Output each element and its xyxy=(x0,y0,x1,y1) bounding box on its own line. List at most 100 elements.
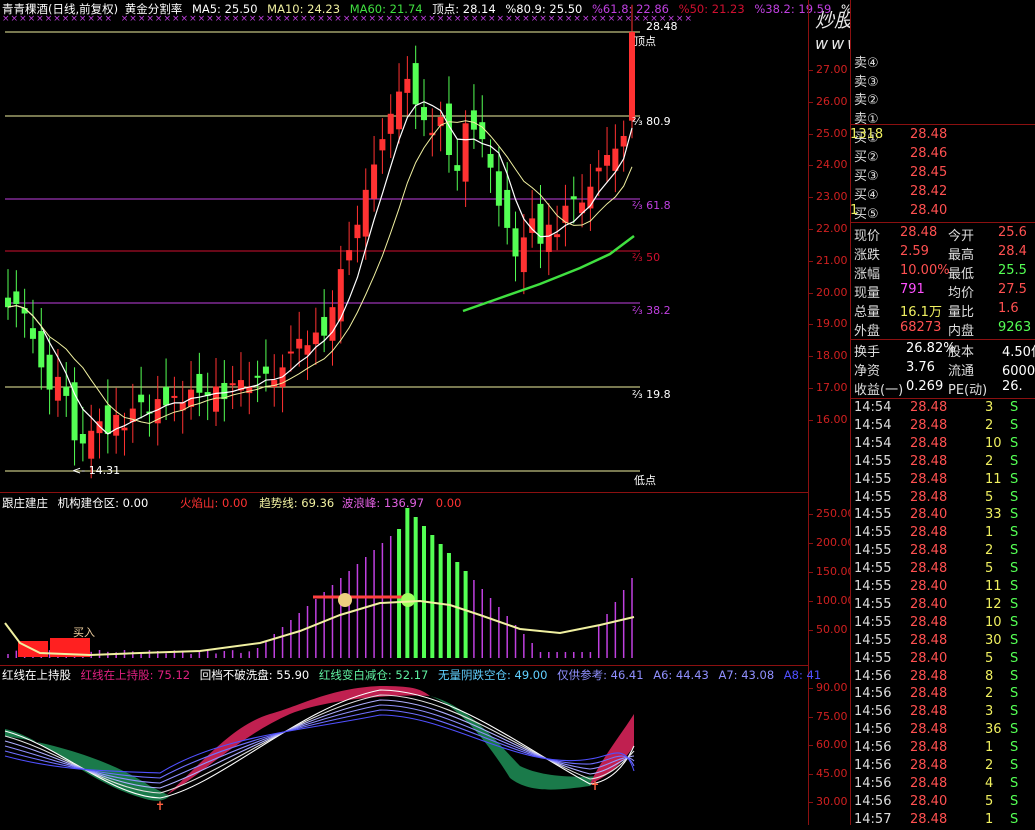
buy-row: 买④ 28.42 xyxy=(850,184,1035,203)
tick-price: 28.48 xyxy=(910,417,948,433)
candle-body xyxy=(296,338,303,349)
tick-row: 14:56 28.40 5 S xyxy=(850,794,1035,812)
tick-side: S xyxy=(1010,758,1019,773)
tick-row: 14:56 28.48 2 S xyxy=(850,758,1035,776)
tick-side: S xyxy=(1010,489,1019,505)
quote-value: 16.1万 xyxy=(900,305,942,320)
y-tick-label: 250.00 xyxy=(816,507,855,520)
l4-value: 无量阴跌空仓: 49.00 xyxy=(437,668,548,682)
quote-key: 涨幅 xyxy=(854,267,881,282)
tick-side: S xyxy=(1010,811,1019,827)
ribbon-fill xyxy=(5,696,600,801)
quote-row: 涨跌 2.59 最高 28.4 xyxy=(850,244,1035,263)
y-tick-label: 75.00 xyxy=(816,709,848,723)
y-tick-label: 200.00 xyxy=(816,536,855,549)
tick-volume: 5 xyxy=(985,793,994,809)
candle-body xyxy=(196,373,203,393)
tick-time: 14:55 xyxy=(854,525,892,541)
tick-side: S xyxy=(1010,561,1019,577)
y-tick-label: 27.00 xyxy=(816,63,848,76)
candle-body xyxy=(595,167,602,172)
tick-time: 14:56 xyxy=(854,686,892,702)
panel3-name[interactable]: 红线在上持股 xyxy=(2,668,71,682)
tick-side: S xyxy=(1010,417,1019,433)
quote-value: 3.76 xyxy=(906,360,935,375)
tick-row: 14:55 28.48 10 S xyxy=(850,615,1035,633)
y-tick-mark xyxy=(808,514,813,515)
tick-time: 14:56 xyxy=(854,704,892,720)
candle-body xyxy=(354,224,361,239)
panel2-name[interactable]: 跟庄建庄 xyxy=(2,496,48,510)
y-tick-mark xyxy=(808,197,813,199)
tick-side: S xyxy=(1010,775,1019,791)
buy-row: 买① 28.48 1318 xyxy=(850,127,1035,146)
candle-body xyxy=(79,434,86,444)
tick-side: S xyxy=(1010,686,1019,702)
tick-side: S xyxy=(1010,596,1019,612)
candle-body xyxy=(604,154,611,166)
y-tick-label: 26.00 xyxy=(816,94,848,108)
tick-time: 14:55 xyxy=(854,507,892,523)
fib-50-mark: ⅔ xyxy=(632,251,647,264)
candle-body xyxy=(13,291,20,304)
tick-time: 14:56 xyxy=(854,740,892,756)
y-tick-label: 45.00 xyxy=(816,766,848,780)
quote-value2: 6000万 xyxy=(1002,364,1035,379)
y-tick-label: 17.00 xyxy=(816,381,848,394)
tick-side: S xyxy=(1010,740,1019,756)
candle-body xyxy=(362,189,369,237)
y-tick-mark xyxy=(808,572,813,573)
tick-price: 28.40 xyxy=(910,507,948,523)
tick-side: S xyxy=(1010,614,1019,630)
trend-line xyxy=(4,599,635,657)
tick-side: S xyxy=(1010,650,1019,666)
y-tick-label: 100.00 xyxy=(816,594,855,607)
tick-side: S xyxy=(1010,543,1019,559)
jgjc-value: 机构建仓区: 0.00 xyxy=(57,496,149,510)
tick-row: 14:54 28.48 2 S xyxy=(850,418,1035,436)
tick-row: 14:56 28.48 4 S xyxy=(850,776,1035,794)
tick-row: 14:55 28.48 5 S xyxy=(850,490,1035,508)
quote-value2: 27.5 xyxy=(998,282,1027,297)
quote-value: 791 xyxy=(900,282,925,297)
indicator-panel-3[interactable]: ✝ ✝ 红线在上持股 红线在上持股: 75.12 回档不破洗盘: 55.90 红… xyxy=(0,666,848,825)
buy-price: 28.42 xyxy=(910,184,948,199)
y-tick-label: 24.00 xyxy=(816,158,848,172)
y-tick-label: 18.00 xyxy=(816,349,848,363)
fib-382-label: 38.2 xyxy=(646,304,671,317)
candle-body xyxy=(54,376,61,401)
tick-price: 28.48 xyxy=(910,686,948,702)
tick-volume: 10 xyxy=(985,614,1002,630)
candle-body xyxy=(570,196,577,200)
main-chart[interactable]: 青青稞酒(日线,前复权) 黄金分割率 MA5: 25.50 MA10: 24.2… xyxy=(0,0,991,825)
candle-body xyxy=(5,297,11,308)
quote-key: 外盘 xyxy=(854,324,881,339)
panel2-chart xyxy=(4,508,635,658)
tick-row: 14:55 28.40 5 S xyxy=(850,651,1035,669)
tick-time: 14:55 xyxy=(854,471,892,487)
tick-time: 14:55 xyxy=(854,489,892,505)
buy-row: 买② 28.46 xyxy=(850,146,1035,165)
tick-volume: 11 xyxy=(985,471,1002,487)
quote-divider-2 xyxy=(850,339,1035,340)
tick-volume: 4 xyxy=(985,775,994,791)
y-tick-label: 21.00 xyxy=(816,253,848,267)
tick-volume: 11 xyxy=(985,579,1002,594)
low-point-tag: 低点 xyxy=(634,474,656,487)
tick-volume: 5 xyxy=(985,561,994,577)
tick-volume: 1 xyxy=(985,525,994,541)
fib-618-label: 61.8 xyxy=(646,199,671,212)
tick-row: 14:56 28.48 1 S xyxy=(850,740,1035,758)
indicator-panel-2[interactable]: 跟庄建庄 机构建仓区: 0.00 火焰山: 0.00 趋势线: 69.36 波浪… xyxy=(0,493,855,665)
candle-body xyxy=(487,153,494,168)
quote-row: 换手26.82%股本4.50亿 xyxy=(850,341,1035,360)
buy-price: 28.45 xyxy=(910,165,948,180)
quote-value2: 25.6 xyxy=(998,225,1027,240)
cross-marker-2: ✝ xyxy=(590,779,600,793)
high-price-label: 28.48 xyxy=(646,20,678,33)
ma5-line xyxy=(7,101,633,435)
tick-volume: 2 xyxy=(985,686,994,702)
candle-body xyxy=(504,189,511,228)
tick-time: 14:55 xyxy=(854,596,892,612)
quote-value2: 1.6 xyxy=(998,301,1019,316)
